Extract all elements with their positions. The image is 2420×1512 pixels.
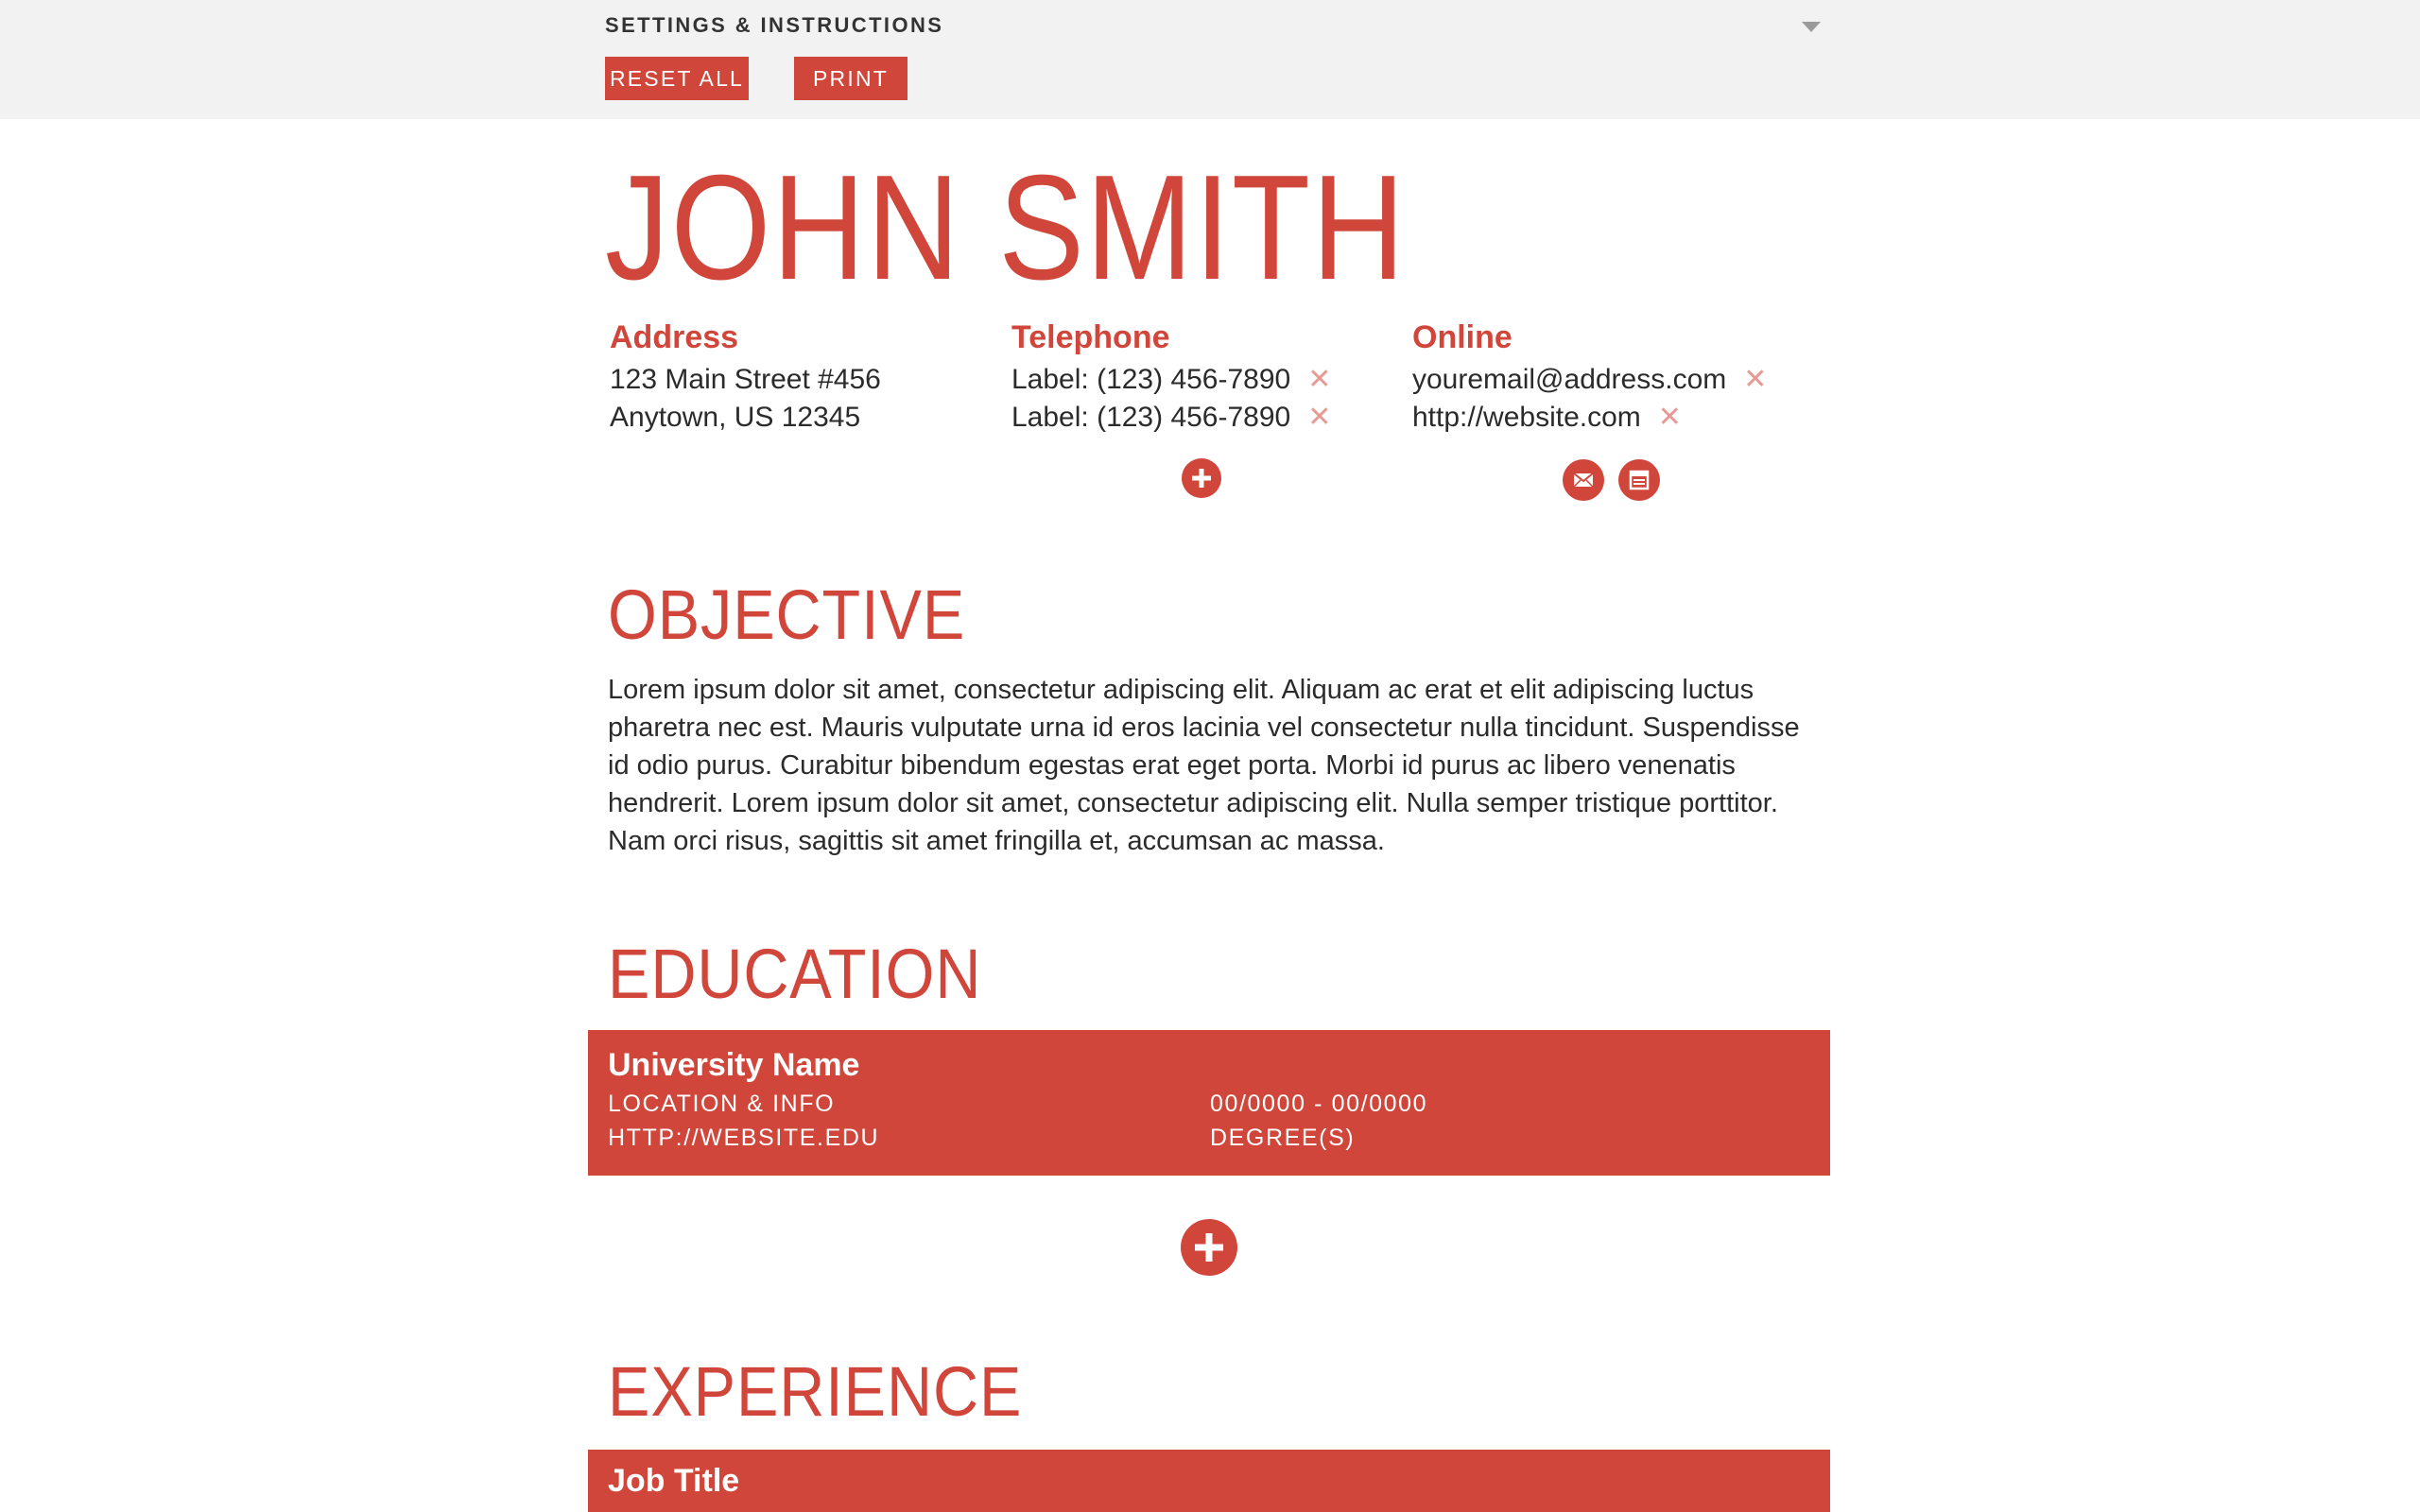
close-icon[interactable]: ✕ (1307, 404, 1331, 432)
objective-title[interactable]: OBJECTIVE (608, 580, 965, 650)
telephone-2-text[interactable]: Label: (123) 456-7890 (1011, 399, 1290, 437)
education-dates[interactable]: 00/0000 - 00/0000 (1210, 1091, 1427, 1118)
settings-title[interactable]: SETTINGS & INSTRUCTIONS (605, 13, 943, 38)
email-text[interactable]: youremail@address.com (1412, 361, 1726, 399)
close-icon[interactable]: ✕ (1307, 366, 1331, 394)
experience-title[interactable]: EXPERIENCE (608, 1357, 1022, 1427)
address-label: Address (610, 319, 739, 355)
plus-icon (1195, 1233, 1223, 1262)
education-degree[interactable]: DEGREE(S) (1210, 1125, 1355, 1152)
address-line-1-text[interactable]: 123 Main Street #456 (610, 361, 881, 399)
university-name[interactable]: University Name (608, 1047, 859, 1084)
close-icon[interactable]: ✕ (1743, 366, 1767, 394)
add-website-button[interactable] (1618, 459, 1660, 501)
resume-name[interactable]: JOHN SMITH (605, 153, 1407, 302)
print-button[interactable]: PRINT (794, 57, 908, 100)
caret-down-icon[interactable] (1802, 22, 1821, 32)
plus-icon (1192, 469, 1211, 488)
browser-icon (1629, 470, 1650, 490)
online-label: Online (1412, 319, 1512, 355)
telephone-1-text[interactable]: Label: (123) 456-7890 (1011, 361, 1290, 399)
experience-entry[interactable]: Job Title (588, 1450, 1830, 1512)
address-block: Address 123 Main Street #456 Anytown, US… (610, 319, 881, 437)
reset-all-button[interactable]: RESET ALL (605, 57, 749, 100)
education-website[interactable]: HTTP://WEBSITE.EDU (608, 1125, 879, 1152)
settings-bar: SETTINGS & INSTRUCTIONS RESET ALL PRINT (0, 0, 2420, 119)
website-text[interactable]: http://website.com (1412, 399, 1641, 437)
job-title[interactable]: Job Title (608, 1463, 739, 1500)
envelope-icon (1573, 472, 1594, 488)
online-line-1: youremail@address.com ✕ (1412, 361, 1767, 399)
address-line-2[interactable]: Anytown, US 12345 (610, 399, 881, 437)
online-block: Online youremail@address.com ✕ http://we… (1412, 319, 1767, 437)
telephone-line-1: Label: (123) 456-7890 ✕ (1011, 361, 1331, 399)
address-line-1[interactable]: 123 Main Street #456 (610, 361, 881, 399)
objective-text[interactable]: Lorem ipsum dolor sit amet, consectetur … (608, 671, 1827, 860)
education-entry[interactable]: University Name LOCATION & INFO HTTP://W… (588, 1030, 1830, 1176)
telephone-label: Telephone (1011, 319, 1170, 355)
add-education-button[interactable] (1181, 1219, 1237, 1276)
telephone-line-2: Label: (123) 456-7890 ✕ (1011, 399, 1331, 437)
education-title[interactable]: EDUCATION (608, 939, 981, 1009)
add-email-button[interactable] (1563, 459, 1604, 501)
telephone-block: Telephone Label: (123) 456-7890 ✕ Label:… (1011, 319, 1331, 437)
add-telephone-button[interactable] (1182, 458, 1221, 498)
education-location[interactable]: LOCATION & INFO (608, 1091, 835, 1118)
online-line-2: http://website.com ✕ (1412, 399, 1767, 437)
close-icon[interactable]: ✕ (1658, 404, 1682, 432)
address-line-2-text[interactable]: Anytown, US 12345 (610, 399, 860, 437)
